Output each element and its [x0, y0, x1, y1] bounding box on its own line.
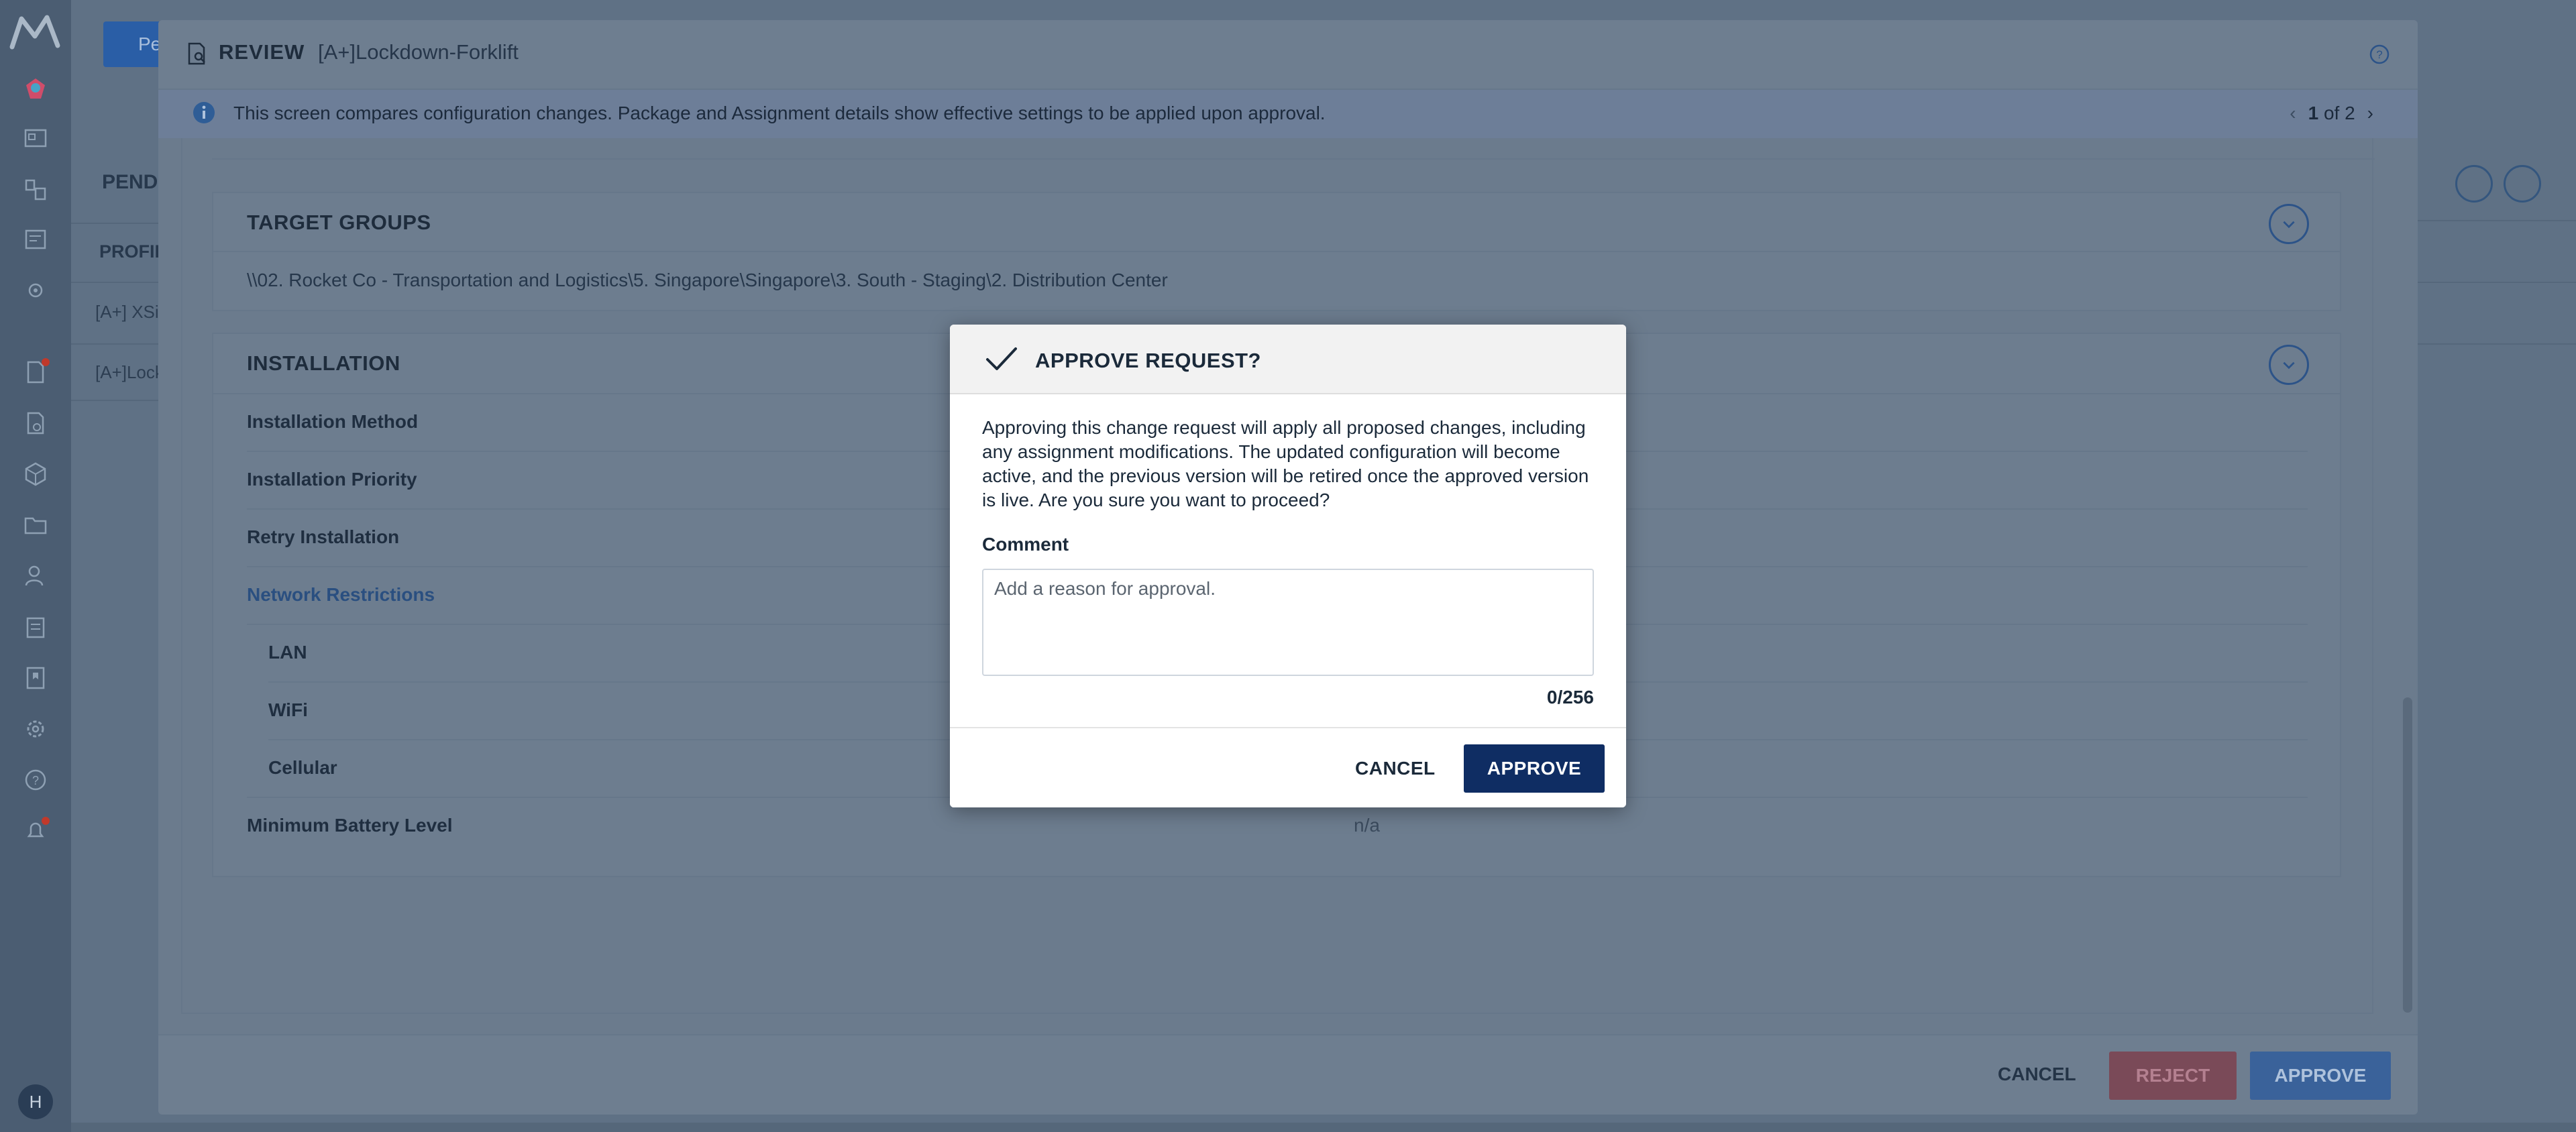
bookmark-icon[interactable] [19, 661, 52, 695]
app-logo[interactable] [8, 12, 63, 52]
svg-text:?: ? [2376, 48, 2382, 61]
review-item-name: [A+]Lockdown-Forklift [318, 40, 519, 64]
approve-dialog: APPROVE REQUEST? Approving this change r… [950, 325, 1626, 807]
clipboard-icon[interactable] [19, 610, 52, 644]
info-banner-text: This screen compares configuration chang… [233, 103, 1326, 123]
columns-icon[interactable] [2455, 165, 2493, 203]
background-section-title: PENDI [102, 171, 164, 193]
reject-button[interactable]: REJECT [2109, 1052, 2237, 1100]
profiles-icon[interactable] [19, 406, 52, 440]
pager-current: 1 [2308, 103, 2319, 123]
export-icon[interactable] [2504, 165, 2541, 203]
reports-icon[interactable] [19, 223, 52, 256]
review-cancel-button[interactable]: CANCEL [1998, 1064, 2076, 1085]
review-footer [158, 1034, 2418, 1115]
background-divider [71, 223, 158, 224]
comment-input[interactable] [982, 569, 1594, 676]
brand-color-icon[interactable] [19, 72, 52, 106]
lan-label: LAN [268, 642, 307, 663]
dialog-approve-button[interactable]: APPROVE [1464, 744, 1605, 793]
background-divider [71, 282, 158, 283]
devices-icon[interactable] [19, 173, 52, 207]
chevron-left-icon[interactable]: ‹ [2290, 103, 2296, 124]
svg-text:?: ? [32, 774, 39, 787]
notifications-icon[interactable] [19, 814, 52, 848]
wifi-label: WiFi [268, 699, 308, 720]
nav-rail: ? H [0, 0, 71, 1132]
alerts-doc-icon[interactable] [19, 355, 52, 389]
background-row[interactable]: [A+] XSi [95, 302, 159, 323]
review-search-doc-icon [185, 42, 209, 66]
gear-icon[interactable] [19, 712, 52, 746]
network-restrictions-label: Network Restrictions [247, 584, 435, 605]
review-title: REVIEW [219, 40, 305, 64]
users-icon[interactable] [19, 559, 52, 593]
check-icon [985, 345, 1018, 374]
background-column-header: PROFIL [99, 241, 166, 262]
target-group-path: \\02. Rocket Co - Transportation and Log… [247, 270, 1168, 290]
dashboard-icon[interactable] [19, 122, 52, 156]
chevron-down-icon[interactable] [2269, 345, 2309, 385]
chevron-down-icon[interactable] [2269, 204, 2309, 244]
background-divider [2418, 220, 2576, 221]
folder-icon[interactable] [19, 508, 52, 542]
installation-title: INSTALLATION [247, 351, 400, 375]
dialog-title: APPROVE REQUEST? [1035, 349, 1261, 372]
pager-total: of 2 [2323, 103, 2355, 123]
target-groups-title: TARGET GROUPS [247, 211, 431, 234]
background-scrollbar[interactable] [71, 1123, 2576, 1132]
cellular-label: Cellular [268, 757, 337, 778]
info-icon [192, 101, 216, 125]
user-avatar[interactable]: H [18, 1084, 53, 1119]
installation-method-label: Installation Method [247, 411, 419, 432]
dialog-message: Approving this change request will apply… [982, 417, 1589, 510]
character-counter: 0/256 [1546, 687, 1594, 708]
help-icon[interactable]: ? [19, 763, 52, 797]
pager: ‹ 1 of 2 › [2290, 103, 2373, 124]
background-row[interactable]: [A+]Lock [95, 362, 164, 383]
minimum-battery-level-value: n/a [1354, 815, 1380, 836]
background-divider [71, 343, 158, 345]
background-divider [2418, 282, 2576, 283]
retry-installation-label: Retry Installation [247, 526, 400, 547]
review-scrollbar[interactable] [2403, 697, 2412, 1013]
review-approve-button[interactable]: APPROVE [2250, 1052, 2391, 1100]
section-divider [212, 158, 2375, 160]
panel-divider [212, 251, 2341, 252]
background-divider [71, 400, 158, 401]
settings-cog-icon[interactable] [19, 274, 52, 307]
comment-label: Comment [982, 534, 1069, 555]
installation-priority-label: Installation Priority [247, 469, 417, 490]
help-icon[interactable]: ? [2368, 43, 2391, 66]
chevron-right-icon[interactable]: › [2367, 103, 2373, 124]
dialog-cancel-button[interactable]: CANCEL [1355, 758, 1436, 779]
background-divider [2418, 343, 2576, 345]
packages-icon[interactable] [19, 457, 52, 491]
minimum-battery-level-label: Minimum Battery Level [247, 815, 453, 836]
